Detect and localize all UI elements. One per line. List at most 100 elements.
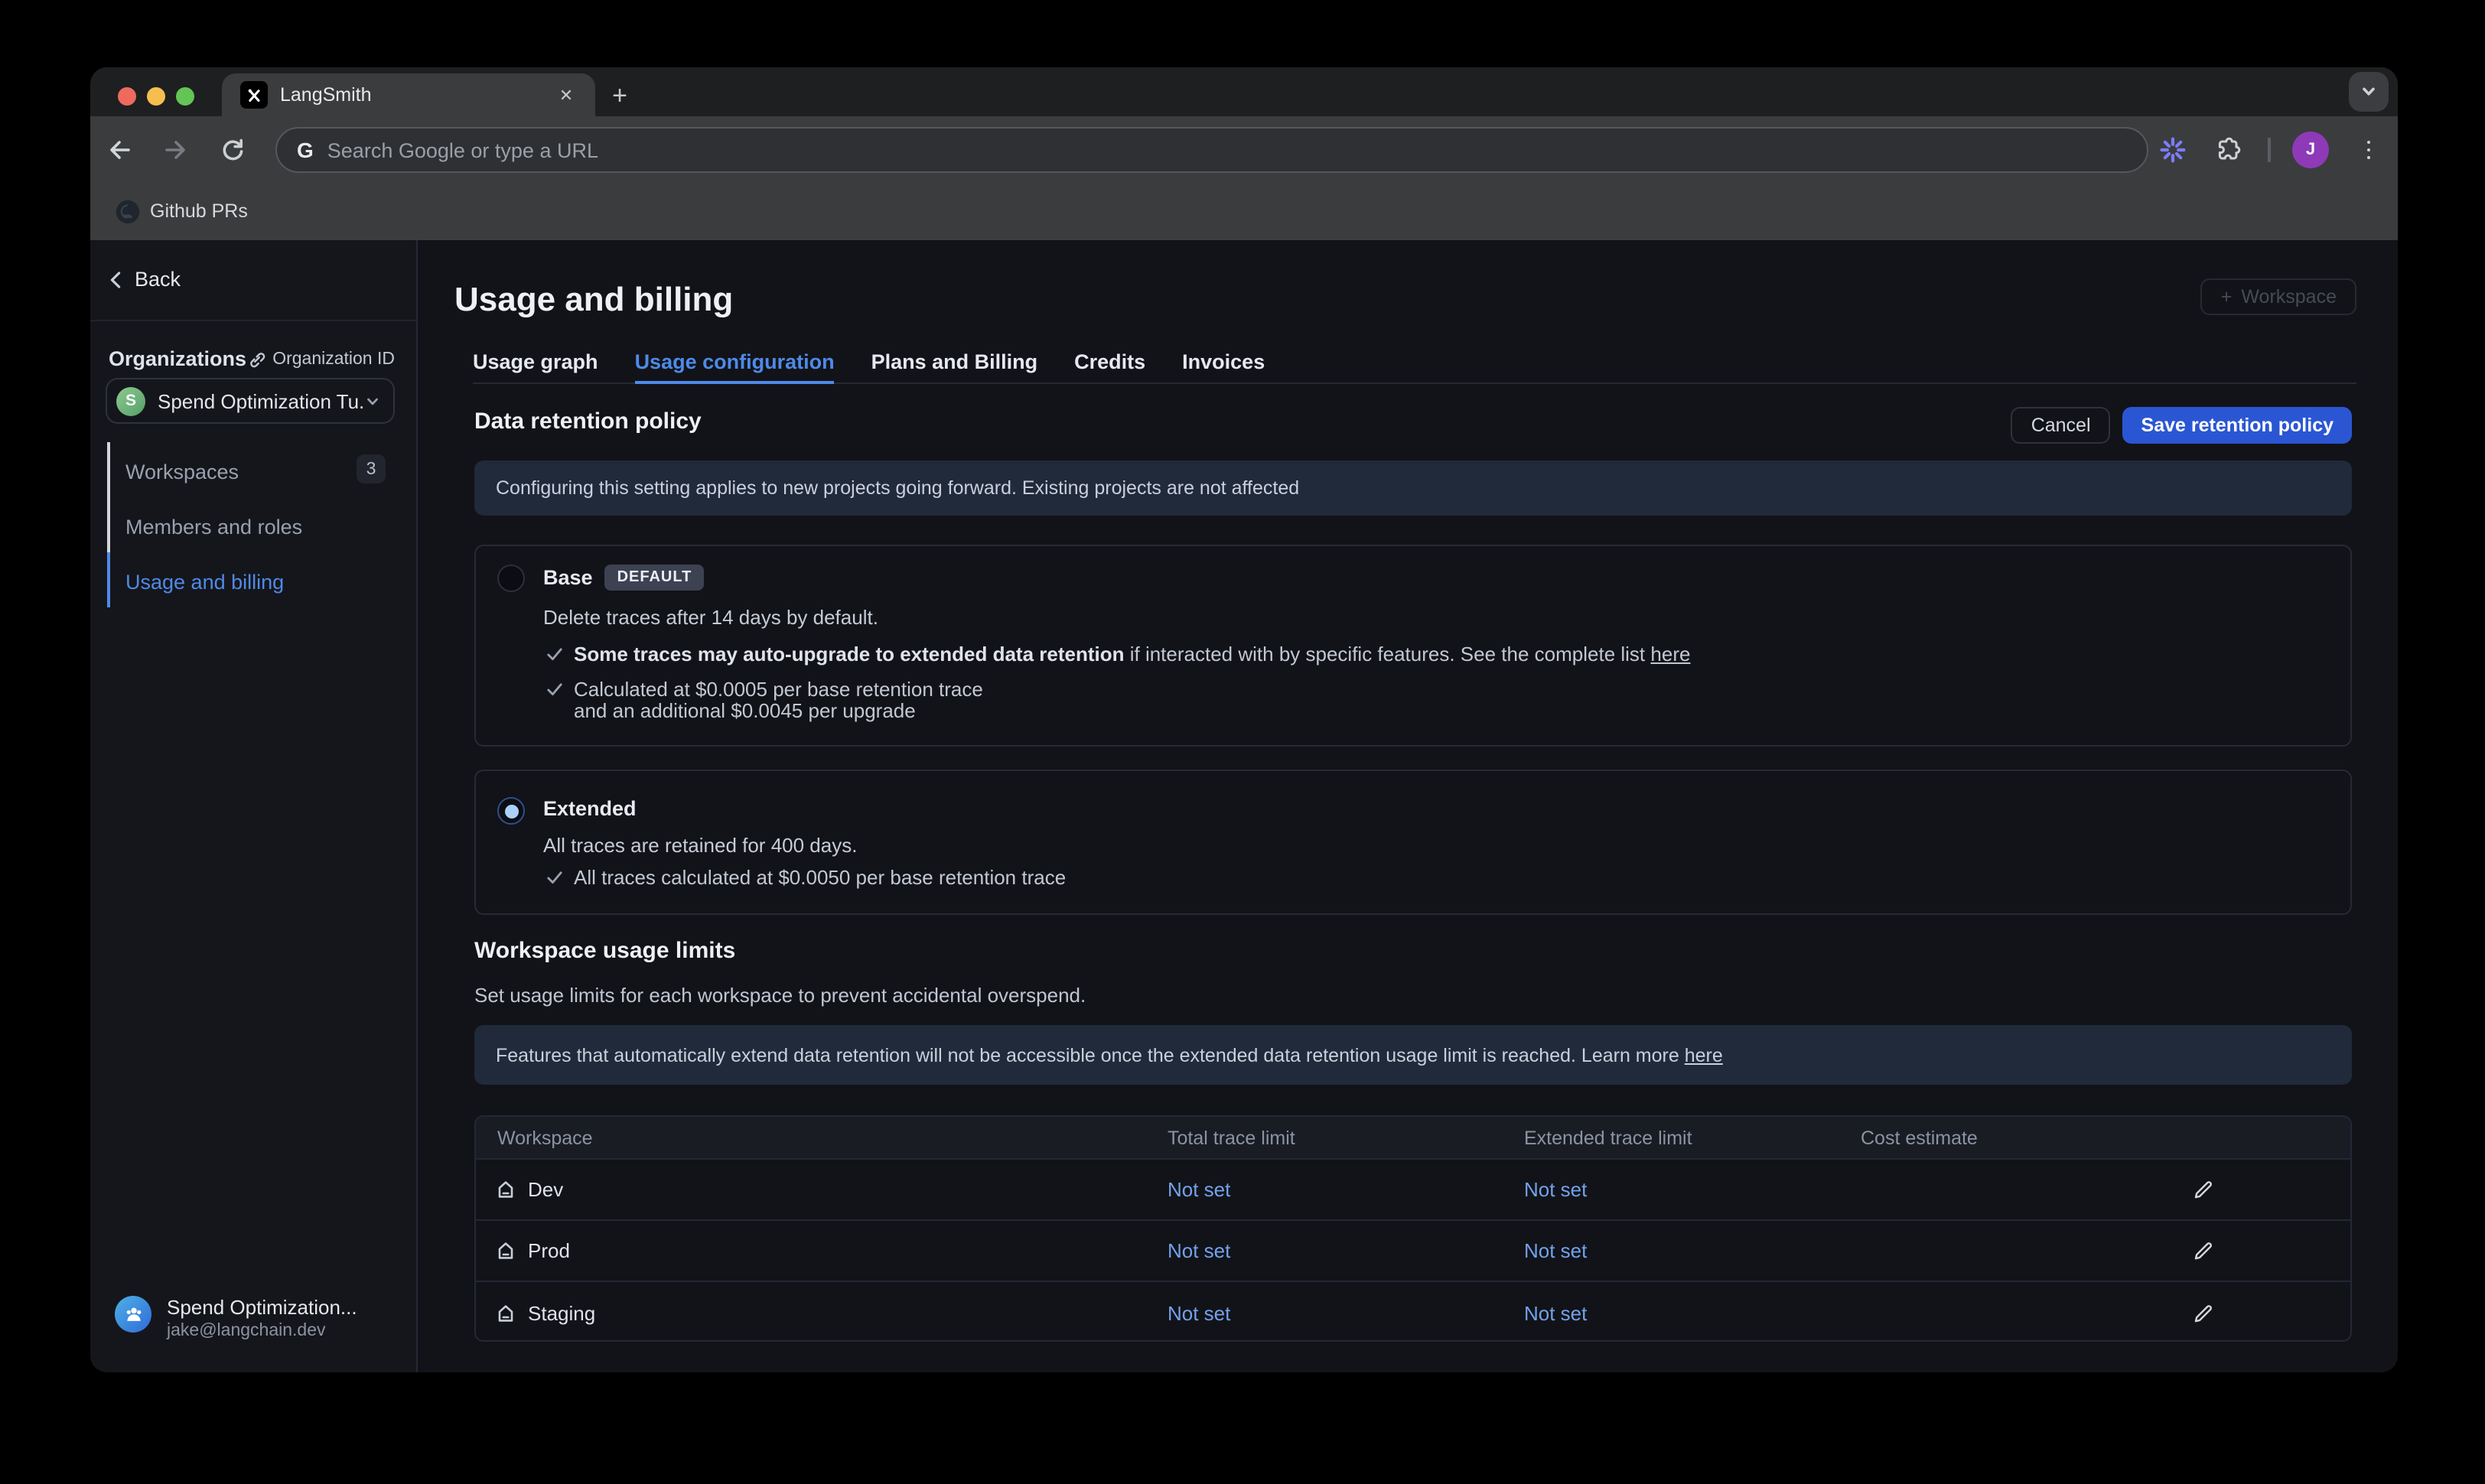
desktop: LangSmith ✕ + G	[0, 0, 2485, 1484]
main-panel: Usage and billing + Workspace Usage grap…	[418, 240, 2398, 1372]
window-minimize-control[interactable]	[147, 87, 165, 106]
workspace-name: Prod	[528, 1239, 570, 1262]
limits-info-banner: Features that automatically extend data …	[474, 1025, 2352, 1085]
base-radio[interactable]	[497, 565, 525, 592]
workspaces-count-badge: 3	[357, 454, 386, 483]
workspace-usage-limits-description: Set usage limits for each workspace to p…	[474, 984, 2352, 1007]
base-description: Delete traces after 14 days by default.	[543, 606, 2350, 629]
window-close-control[interactable]	[118, 87, 136, 106]
workspace-usage-limits-heading: Workspace usage limits	[474, 938, 2352, 964]
pencil-edit-icon[interactable]	[2191, 1239, 2214, 1262]
retention-info-banner: Configuring this setting applies to new …	[474, 460, 2352, 516]
table-row: Dev Not set Not set	[476, 1160, 2350, 1221]
save-retention-policy-button[interactable]: Save retention policy	[2123, 407, 2352, 444]
extended-check-pricing: All traces calculated at $0.0050 per bas…	[546, 867, 2350, 890]
organization-id-link[interactable]: Organization ID	[248, 350, 395, 368]
base-label: Base	[543, 566, 593, 589]
sidebar-item-workspaces[interactable]: Workspaces 3	[125, 459, 386, 483]
address-bar[interactable]: G	[275, 127, 2148, 173]
tab-search-button[interactable]	[2349, 72, 2389, 112]
google-logo-icon: G	[297, 138, 314, 162]
total-trace-limit-link[interactable]: Not set	[1168, 1301, 1524, 1324]
toolbar-divider	[2268, 138, 2270, 162]
back-icon[interactable]	[106, 136, 133, 164]
browser-menu-kebab-icon[interactable]	[2350, 132, 2387, 168]
retention-option-base: Base DEFAULT Delete traces after 14 days…	[474, 545, 2352, 747]
total-trace-limit-link[interactable]: Not set	[1168, 1178, 1524, 1201]
extended-trace-limit-link[interactable]: Not set	[1524, 1239, 1861, 1262]
workspace-name: Dev	[528, 1178, 563, 1201]
bookmark-github-prs[interactable]: Github PRs	[150, 200, 248, 222]
extension-starburst-icon[interactable]	[2154, 132, 2191, 168]
browser-toolbar: G J	[90, 116, 2398, 184]
usage-label: Usage and billing	[125, 571, 284, 594]
sidebar-item-members-and-roles[interactable]: Members and roles	[125, 516, 302, 539]
omnibox-input[interactable]	[327, 138, 2147, 161]
tab-close-icon[interactable]: ✕	[552, 81, 580, 109]
back-button[interactable]: Back	[109, 268, 181, 291]
reload-icon[interactable]	[219, 136, 246, 164]
tab-credits[interactable]: Credits	[1074, 343, 1145, 384]
base-check-auto-upgrade: Some traces may auto-upgrade to extended…	[546, 644, 2350, 666]
user-profile-block[interactable]: Spend Optimization... jake@langchain.dev	[115, 1296, 357, 1340]
new-tab-button[interactable]: +	[600, 76, 640, 116]
learn-more-link[interactable]: here	[1685, 1044, 1723, 1066]
forward-icon[interactable]	[162, 136, 190, 164]
extended-trace-limit-link[interactable]: Not set	[1524, 1178, 1861, 1201]
people-group-icon	[122, 1303, 145, 1326]
workspace-limits-table: Workspace Total trace limit Extended tra…	[474, 1115, 2352, 1342]
chevron-down-icon	[364, 392, 381, 409]
tab-plans-and-billing[interactable]: Plans and Billing	[871, 343, 1038, 384]
tab-invoices[interactable]: Invoices	[1182, 343, 1265, 384]
check-icon	[546, 646, 563, 662]
pencil-edit-icon[interactable]	[2191, 1301, 2214, 1324]
org-selector-value: Spend Optimization Tu...	[158, 389, 364, 412]
organization-selector[interactable]: S Spend Optimization Tu...	[106, 378, 395, 424]
extended-description: All traces are retained for 400 days.	[543, 834, 2350, 857]
sidebar-item-usage-and-billing[interactable]: Usage and billing	[125, 571, 284, 594]
browser-tab[interactable]: LangSmith ✕	[222, 73, 595, 116]
tab-strip: LangSmith ✕ +	[90, 67, 2398, 116]
chevron-left-icon	[109, 270, 122, 288]
plus-icon: +	[2221, 286, 2233, 308]
page-content: Back Organizations Organization ID S Spe…	[90, 240, 2398, 1372]
base-check-pricing: Calculated at $0.0005 per base retention…	[546, 679, 2350, 723]
link-icon	[248, 350, 266, 368]
table-row: Staging Not set Not set	[476, 1282, 2350, 1342]
extended-trace-limit-link[interactable]: Not set	[1524, 1301, 1861, 1324]
browser-window: LangSmith ✕ + G	[90, 67, 2398, 1372]
extended-label: Extended	[543, 797, 637, 820]
check-icon	[546, 869, 563, 886]
window-zoom-control[interactable]	[176, 87, 194, 106]
main-tab-bar: Usage graph Usage configuration Plans an…	[473, 343, 2356, 384]
langsmith-favicon-icon	[240, 81, 268, 109]
cancel-button[interactable]: Cancel	[2011, 407, 2111, 444]
user-name: Spend Optimization...	[167, 1296, 357, 1319]
tab-usage-configuration[interactable]: Usage configuration	[635, 343, 835, 384]
total-trace-limit-link[interactable]: Not set	[1168, 1239, 1524, 1262]
user-avatar	[115, 1296, 151, 1333]
extensions-puzzle-icon[interactable]	[2210, 132, 2246, 168]
home-icon	[496, 1303, 516, 1323]
see-complete-list-link[interactable]: here	[1650, 643, 1690, 666]
home-icon	[496, 1180, 516, 1199]
home-icon	[496, 1241, 516, 1261]
back-label: Back	[135, 268, 181, 291]
browser-profile-avatar[interactable]: J	[2292, 132, 2329, 168]
tab-title: LangSmith	[280, 84, 552, 106]
default-badge: DEFAULT	[605, 565, 705, 591]
chevron-down-icon	[2360, 83, 2378, 101]
user-email: jake@langchain.dev	[167, 1322, 357, 1340]
col-workspace: Workspace	[476, 1127, 1168, 1148]
check-icon	[546, 680, 563, 697]
table-header-row: Workspace Total trace limit Extended tra…	[476, 1117, 2350, 1160]
pencil-edit-icon[interactable]	[2191, 1178, 2214, 1201]
col-cost-estimate: Cost estimate	[1861, 1127, 2191, 1148]
tab-usage-graph[interactable]: Usage graph	[473, 343, 598, 384]
bookmarks-bar: Github PRs	[90, 184, 2398, 240]
col-total-trace-limit: Total trace limit	[1168, 1127, 1524, 1148]
retention-option-extended: Extended All traces are retained for 400…	[474, 770, 2352, 915]
table-row: Prod Not set Not set	[476, 1221, 2350, 1282]
add-workspace-button[interactable]: + Workspace	[2201, 278, 2356, 315]
extended-radio-selected[interactable]	[497, 797, 525, 825]
